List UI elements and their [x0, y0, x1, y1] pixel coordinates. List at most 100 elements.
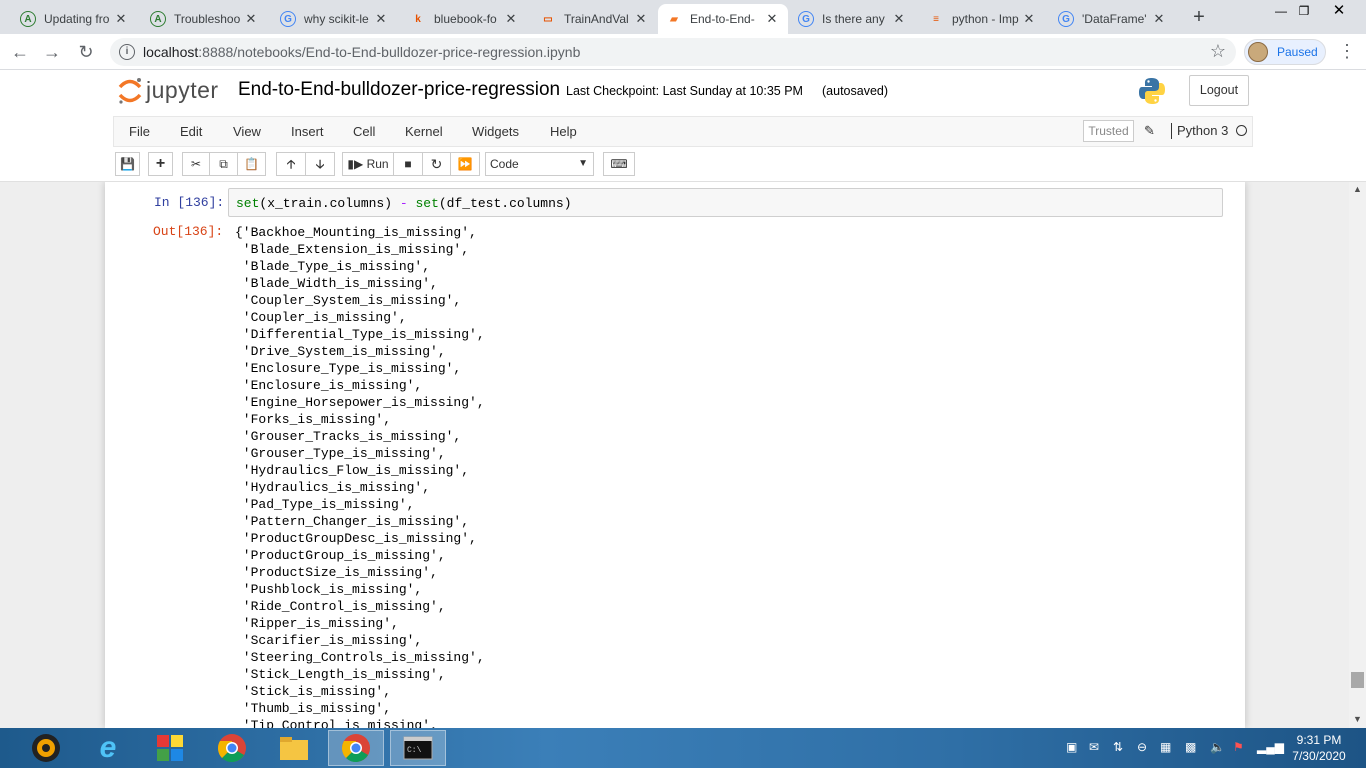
- menu-edit[interactable]: Edit: [180, 124, 202, 139]
- keyboard-shortcuts-icon[interactable]: ⌨: [603, 152, 635, 176]
- output-line: 'Enclosure_is_missing',: [235, 378, 423, 393]
- notebook-name[interactable]: End-to-End-bulldozer-price-regression: [238, 79, 560, 101]
- browser-tab-title: End-to-End-: [690, 12, 755, 26]
- trusted-indicator[interactable]: Trusted: [1083, 120, 1134, 142]
- menu-help[interactable]: Help: [550, 124, 577, 139]
- command-prompt-icon[interactable]: C:\: [390, 730, 446, 766]
- paste-icon[interactable]: 📋: [237, 152, 266, 176]
- insert-cell-below-icon[interactable]: +: [148, 152, 173, 176]
- network-signal-icon[interactable]: ▂▄▆: [1257, 740, 1284, 754]
- menu-cell[interactable]: Cell: [353, 124, 375, 139]
- chrome-icon[interactable]: [204, 730, 260, 766]
- menu-kebab-icon[interactable]: ⋮: [1338, 42, 1356, 60]
- close-window-button[interactable]: ✕: [1316, 0, 1362, 30]
- browser-tab[interactable]: k bluebook-fo ✕: [402, 4, 527, 34]
- output-line: 'Ripper_is_missing',: [235, 616, 399, 631]
- output-line: 'Grouser_Type_is_missing',: [235, 446, 446, 461]
- browser-tab[interactable]: Gwhy scikit-le ✕: [272, 4, 397, 34]
- new-tab-button[interactable]: +: [1187, 6, 1211, 30]
- reload-icon[interactable]: ↻: [74, 40, 98, 64]
- site-info-icon[interactable]: i: [119, 44, 135, 60]
- close-tab-icon[interactable]: ✕: [503, 11, 519, 27]
- menu-view[interactable]: View: [233, 124, 261, 139]
- cell-type-select[interactable]: Code ▼: [485, 152, 594, 176]
- output-line: 'Stick_Length_is_missing',: [235, 667, 446, 682]
- url-text[interactable]: localhost:8888/notebooks/End-to-End-bull…: [143, 44, 580, 60]
- edit-pencil-icon[interactable]: ✎: [1144, 123, 1155, 139]
- browser-tab[interactable]: A Updating fro ✕: [12, 4, 137, 34]
- a-circle-icon: A: [20, 11, 36, 27]
- browser-tab[interactable]: ≡ python - Imp ✕: [920, 4, 1045, 34]
- run-button[interactable]: ▮▶ Run: [342, 152, 394, 176]
- copy-icon[interactable]: ⧉: [209, 152, 238, 176]
- code-args: (x_train.columns): [259, 196, 400, 211]
- output-line: 'Blade_Type_is_missing',: [235, 259, 431, 274]
- tray-minus-icon[interactable]: ⊖: [1137, 740, 1147, 754]
- forward-icon[interactable]: →: [40, 40, 64, 64]
- tray-network-device-icon[interactable]: ▩: [1185, 740, 1196, 754]
- close-tab-icon[interactable]: ✕: [633, 11, 649, 27]
- scroll-down-icon[interactable]: ▼: [1353, 714, 1362, 724]
- output-line: 'Thumb_is_missing',: [235, 701, 392, 716]
- close-tab-icon[interactable]: ✕: [243, 11, 259, 27]
- tray-chat-icon[interactable]: ✉: [1089, 740, 1099, 754]
- close-tab-icon[interactable]: ✕: [373, 11, 389, 27]
- cut-icon[interactable]: ✂: [182, 152, 210, 176]
- move-up-icon[interactable]: 🡡: [276, 152, 306, 176]
- browser-tab-title: Troubleshoo: [174, 12, 241, 26]
- menu-kernel[interactable]: Kernel: [405, 124, 443, 139]
- tray-app-icon[interactable]: ▣: [1066, 740, 1077, 754]
- close-tab-icon[interactable]: ✕: [891, 11, 907, 27]
- output-line: 'Hydraulics_Flow_is_missing',: [235, 463, 470, 478]
- close-tab-icon[interactable]: ✕: [1021, 11, 1037, 27]
- browser-tab-title: TrainAndVal: [564, 12, 629, 26]
- profile-button[interactable]: Paused: [1244, 39, 1326, 65]
- tray-sync-icon[interactable]: ⇅: [1113, 740, 1123, 754]
- output-line: 'Pad_Type_is_missing',: [235, 497, 415, 512]
- chrome-notebook-icon[interactable]: [328, 730, 384, 766]
- system-clock[interactable]: 9:31 PM 7/30/2020: [1284, 732, 1354, 764]
- save-icon[interactable]: 💾: [115, 152, 140, 176]
- kaggle-icon: k: [415, 13, 421, 25]
- restart-icon[interactable]: ↻: [422, 152, 451, 176]
- scroll-up-icon[interactable]: ▲: [1353, 184, 1362, 194]
- interrupt-icon[interactable]: ■: [393, 152, 423, 176]
- browser-tab[interactable]: G Is there any ✕: [790, 4, 915, 34]
- file-explorer-icon[interactable]: [266, 730, 322, 766]
- code-builtin: set: [236, 196, 260, 211]
- code-args: (df_test.columns): [438, 196, 572, 211]
- bookmark-star-icon[interactable]: ☆: [1210, 41, 1226, 62]
- output-line: 'Engine_Horsepower_is_missing',: [235, 395, 485, 410]
- output-line: 'Grouser_Tracks_is_missing',: [235, 429, 462, 444]
- address-bar[interactable]: i localhost:8888/notebooks/End-to-End-bu…: [110, 38, 1236, 66]
- action-center-flag-icon[interactable]: ⚑: [1233, 740, 1244, 754]
- move-down-icon[interactable]: 🡣: [305, 152, 335, 176]
- browser-tab[interactable]: ▰ End-to-End- ✕: [658, 4, 788, 34]
- browser-tab[interactable]: A Troubleshoo ✕: [142, 4, 267, 34]
- media-player-icon[interactable]: [18, 730, 74, 766]
- close-tab-icon[interactable]: ✕: [1151, 11, 1167, 27]
- volume-icon[interactable]: 🔈: [1210, 740, 1225, 754]
- output-line: 'Scarifier_is_missing',: [235, 633, 423, 648]
- logout-button[interactable]: Logout: [1189, 75, 1249, 106]
- menu-insert[interactable]: Insert: [291, 124, 324, 139]
- back-icon[interactable]: ←: [8, 40, 32, 64]
- code-cell-input[interactable]: set(x_train.columns) - set(df_test.colum…: [228, 188, 1223, 217]
- menu-file[interactable]: File: [129, 124, 150, 139]
- jupyter-logo-icon[interactable]: [117, 76, 143, 106]
- input-prompt: In [136]:: [154, 195, 225, 210]
- browser-tab[interactable]: ▭ TrainAndVal ✕: [532, 4, 657, 34]
- scrollbar-thumb[interactable]: [1351, 672, 1364, 688]
- puzzle-app-icon[interactable]: [142, 730, 198, 766]
- restart-run-all-icon[interactable]: ⏩: [450, 152, 480, 176]
- close-tab-icon[interactable]: ✕: [764, 11, 780, 27]
- internet-explorer-icon[interactable]: e: [80, 730, 136, 766]
- browser-tab[interactable]: G 'DataFrame' ✕: [1050, 4, 1175, 34]
- kernel-idle-indicator-icon: [1236, 125, 1247, 136]
- vertical-scrollbar[interactable]: ▲ ▼: [1349, 182, 1366, 728]
- tray-display-icon[interactable]: ▦: [1160, 740, 1171, 754]
- menu-widgets[interactable]: Widgets: [472, 124, 519, 139]
- code-text[interactable]: set(x_train.columns) - set(df_test.colum…: [236, 196, 572, 211]
- clock-date: 7/30/2020: [1292, 749, 1346, 763]
- close-tab-icon[interactable]: ✕: [113, 11, 129, 27]
